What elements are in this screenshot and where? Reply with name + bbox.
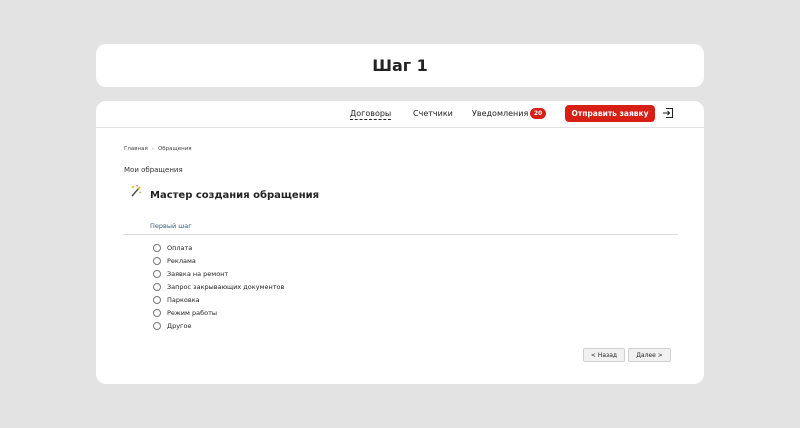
step-header-card: Шаг 1 bbox=[96, 44, 704, 87]
breadcrumb: Главная › Обращения bbox=[124, 146, 192, 152]
magic-wand-icon bbox=[131, 185, 142, 197]
option-label: Парковка bbox=[167, 295, 200, 304]
option-label: Заявка на ремонт bbox=[167, 269, 229, 278]
notifications-count-badge: 20 bbox=[530, 108, 546, 119]
radio-button[interactable] bbox=[153, 282, 161, 291]
nav-contracts[interactable]: Договоры bbox=[350, 109, 392, 120]
radio-button[interactable] bbox=[153, 256, 161, 265]
option-payment[interactable]: Оплата bbox=[153, 241, 284, 254]
next-button[interactable]: Далее > bbox=[628, 348, 671, 362]
radio-button[interactable] bbox=[153, 308, 161, 317]
option-label: Запрос закрывающих документов bbox=[167, 282, 285, 291]
option-other[interactable]: Другое bbox=[153, 319, 284, 332]
option-label: Оплата bbox=[167, 243, 193, 252]
option-working-hours[interactable]: Режим работы bbox=[153, 306, 284, 319]
radio-button[interactable] bbox=[153, 243, 161, 252]
option-label: Другое bbox=[167, 321, 192, 330]
option-label: Режим работы bbox=[167, 308, 217, 317]
section-label: Мои обращения bbox=[124, 166, 183, 174]
option-label: Реклама bbox=[167, 256, 196, 265]
submit-request-button[interactable]: Отправить заявку bbox=[565, 105, 655, 122]
divider bbox=[123, 234, 678, 235]
breadcrumb-current: Обращения bbox=[157, 146, 192, 152]
nav-counters[interactable]: Счетчики bbox=[413, 109, 453, 118]
step-title: Шаг 1 bbox=[372, 56, 428, 75]
radio-button[interactable] bbox=[153, 295, 161, 304]
option-advertising[interactable]: Реклама bbox=[153, 254, 284, 267]
nav-notifications[interactable]: Уведомления bbox=[472, 109, 528, 118]
radio-button[interactable] bbox=[153, 269, 161, 278]
wizard-step-label: Первый шаг bbox=[150, 222, 192, 230]
option-repair-request[interactable]: Заявка на ремонт bbox=[153, 267, 284, 280]
back-button[interactable]: < Назад bbox=[583, 348, 625, 362]
wizard-title: Мастер создания обращения bbox=[150, 190, 320, 201]
breadcrumb-separator: › bbox=[151, 146, 154, 152]
top-navigation: Договоры Счетчики Уведомления 20 Отправи… bbox=[96, 101, 704, 128]
logout-icon[interactable] bbox=[662, 107, 674, 119]
breadcrumb-home[interactable]: Главная bbox=[124, 146, 148, 152]
option-parking[interactable]: Парковка bbox=[153, 293, 284, 306]
app-window: Договоры Счетчики Уведомления 20 Отправи… bbox=[96, 101, 704, 384]
option-closing-documents[interactable]: Запрос закрывающих документов bbox=[153, 280, 284, 293]
request-type-options: Оплата Реклама Заявка на ремонт Запрос з… bbox=[153, 241, 284, 332]
radio-button[interactable] bbox=[153, 321, 161, 330]
